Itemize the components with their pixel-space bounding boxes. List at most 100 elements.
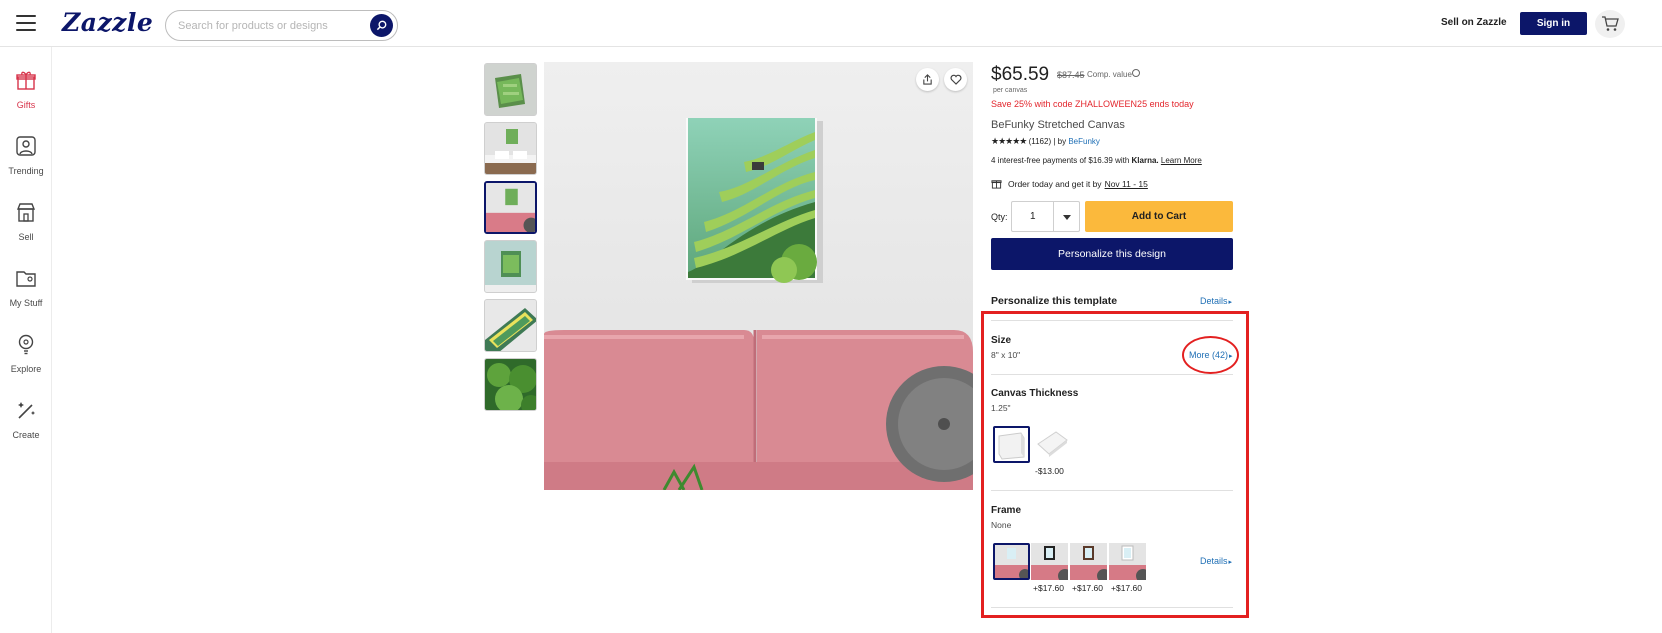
quantity-select[interactable]: 1 [1011,201,1080,232]
menu-icon[interactable] [16,15,36,31]
nav-item-create[interactable]: Create [0,399,52,443]
product-thumbnail[interactable] [484,299,537,352]
brand-link[interactable]: BeFunky [1068,137,1100,146]
frame-white-swatch [1109,543,1150,583]
magic-wand-icon [18,402,35,419]
heart-icon [949,74,962,85]
comp-value-label: Comp. value [1087,70,1132,79]
divider [991,320,1233,321]
personalize-design-button[interactable]: Personalize this design [991,238,1233,270]
search-button[interactable] [370,14,393,37]
delivery-text: Order today and get it by [1008,178,1102,189]
price: $65.59 [991,64,1050,85]
klarna-row: 4 interest-free payments of $16.39 with … [991,156,1202,165]
divider [991,490,1233,491]
thumbnail-image [485,123,536,174]
info-icon[interactable] [1132,69,1140,77]
folder-icon [16,271,36,287]
nav-label: Create [12,430,40,440]
thumbnail-image [485,359,536,410]
search-icon [376,20,387,31]
thickness-option-selected[interactable] [993,426,1030,463]
search-bar [165,10,398,41]
divider [991,607,1233,608]
divider [991,374,1233,375]
chevron-down-icon [1063,215,1071,220]
nav-item-explore[interactable]: Explore [0,333,52,377]
frame-price: +$17.60 [1033,583,1064,593]
product-thumbnail[interactable] [484,122,537,175]
trending-icon [16,136,36,156]
nav-item-my-stuff[interactable]: My Stuff [0,267,52,311]
nav-item-trending[interactable]: Trending [0,135,52,179]
product-thumbnail[interactable] [484,240,537,293]
lightbulb-icon [18,334,34,355]
delivery-date-link[interactable]: Nov 11 - 15 [1105,179,1148,189]
klarna-text: 4 interest-free payments of $16.39 with [991,156,1130,165]
frame-option[interactable] [1031,543,1072,583]
zazzle-logo[interactable]: Zazzle [62,8,153,37]
sell-on-zazzle-link[interactable]: Sell on Zazzle [1441,17,1507,28]
size-value: 8" x 10" [991,350,1021,360]
canvas-thickness-title: Canvas Thickness [991,388,1079,399]
canvas-thin-swatch [1037,431,1068,457]
frame-option[interactable] [1070,543,1111,583]
frame-details-link[interactable]: Details [1200,556,1232,566]
top-header: Zazzle Sell on Zazzle Sign in [0,0,1662,47]
canvas-thickness-value: 1.25" [991,403,1011,413]
size-title: Size [991,335,1012,346]
nav-label: My Stuff [9,298,43,308]
cart-icon [1602,16,1619,31]
main-product-image[interactable] [544,62,973,490]
favorite-button[interactable] [944,68,967,91]
product-thumbnail[interactable] [484,358,537,411]
nav-item-sell[interactable]: Sell [0,201,52,245]
nav-item-gifts[interactable]: Gifts [0,69,52,113]
thickness-option[interactable] [1034,426,1071,463]
frame-value: None [991,520,1012,530]
nav-label: Sell [18,232,34,242]
product-thumbnail-selected[interactable] [484,181,537,234]
frame-title: Frame [991,505,1022,516]
gift-icon [16,71,36,90]
frame-black-swatch [1031,543,1072,583]
template-details-link[interactable]: Details [1200,296,1232,306]
qty-label: Qty: [991,212,1008,222]
share-icon [923,74,932,85]
qty-divider [1053,202,1054,231]
review-count[interactable]: (1162) | by [1029,137,1067,146]
per-unit-label: per canvas [993,87,1028,94]
search-input[interactable] [178,17,358,35]
gift-box-icon [991,180,1002,189]
thickness-price: -$13.00 [1035,466,1064,476]
add-to-cart-button[interactable]: Add to Cart [1085,201,1233,232]
delivery-row: Order today and get it by Nov 11 - 15 [991,178,1148,189]
sign-in-button[interactable]: Sign in [1520,12,1587,35]
left-nav-rail: Gifts Trending Sell My Stuff Explore Cre… [0,47,52,633]
thumbnail-image [485,241,536,292]
frame-price: +$17.60 [1072,583,1103,593]
thumbnail-image [485,300,536,351]
frame-option-none-selected[interactable] [993,543,1031,581]
nav-label: Trending [8,166,44,176]
product-scene-image [544,62,973,490]
frame-brown-swatch [1070,543,1111,583]
personalize-template-title: Personalize this template [991,295,1118,307]
product-title: BeFunky Stretched Canvas [991,119,1125,131]
cart-button[interactable] [1595,10,1625,38]
rating-row: ★★★★★ (1162) | by BeFunky [991,136,1100,147]
thumbnail-image [485,64,536,115]
promo-text: Save 25% with code ZHALLOWEEN25 ends tod… [991,99,1194,109]
frame-option[interactable] [1109,543,1150,583]
size-more-link[interactable]: More (42) [1189,350,1233,360]
learn-more-link[interactable]: Learn More [1161,156,1202,165]
share-button[interactable] [916,68,939,91]
product-thumbnail[interactable] [484,63,537,116]
thumbnail-image [486,183,535,232]
store-icon [16,203,36,222]
nav-label: Gifts [16,100,36,110]
original-price: $87.45 [1057,70,1085,80]
klarna-logo: Klarna. [1131,156,1159,165]
quantity-value: 1 [1030,211,1036,222]
star-rating-icon[interactable]: ★★★★★ [991,136,1027,146]
